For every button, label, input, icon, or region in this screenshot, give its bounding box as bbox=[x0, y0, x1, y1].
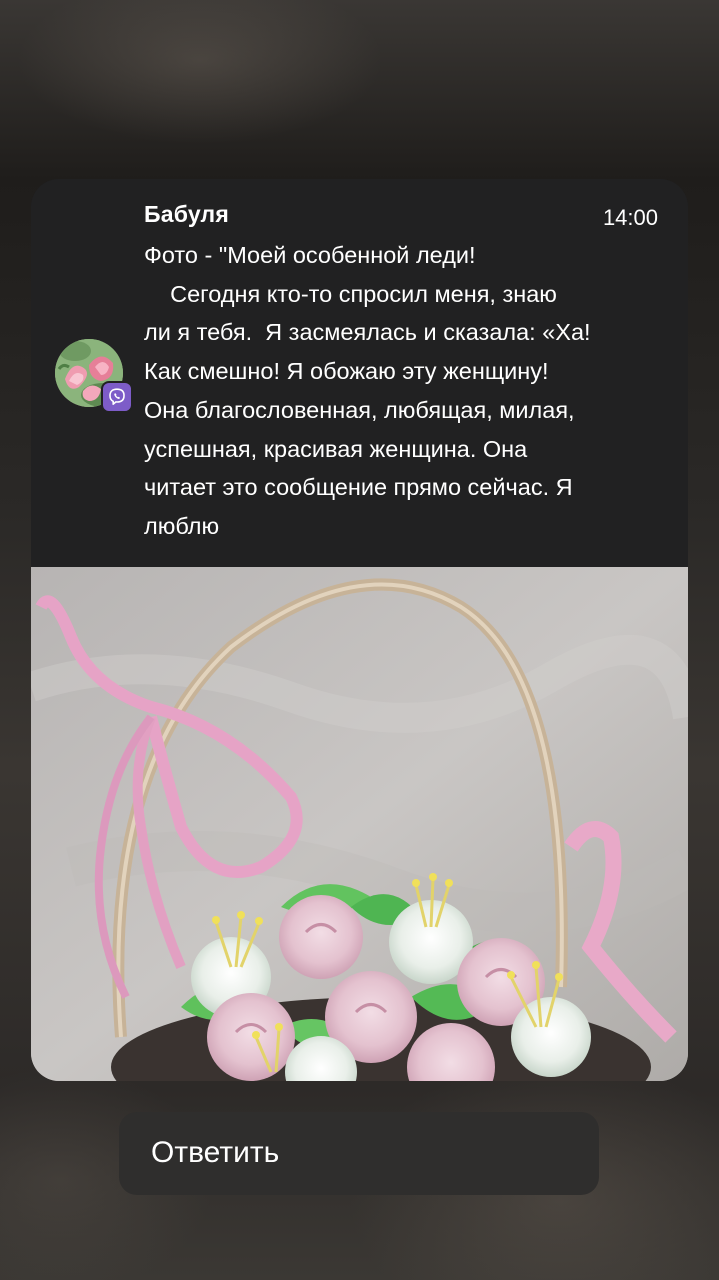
reply-button[interactable]: Ответить bbox=[119, 1112, 599, 1195]
message-text: Фото - "Моей особенной леди! Сегодня кто… bbox=[144, 242, 591, 539]
notification-time: 14:00 bbox=[602, 205, 658, 230]
viber-icon bbox=[101, 381, 133, 413]
reply-button-label: Ответить bbox=[151, 1136, 280, 1169]
notification-header: Бабуля 14:00 Фото - "Моей особенной леди… bbox=[31, 179, 688, 567]
message-notification[interactable]: Бабуля 14:00 Фото - "Моей особенной леди… bbox=[31, 179, 688, 1081]
sender-name: Бабуля bbox=[144, 201, 229, 227]
message-photo[interactable] bbox=[31, 567, 688, 1081]
